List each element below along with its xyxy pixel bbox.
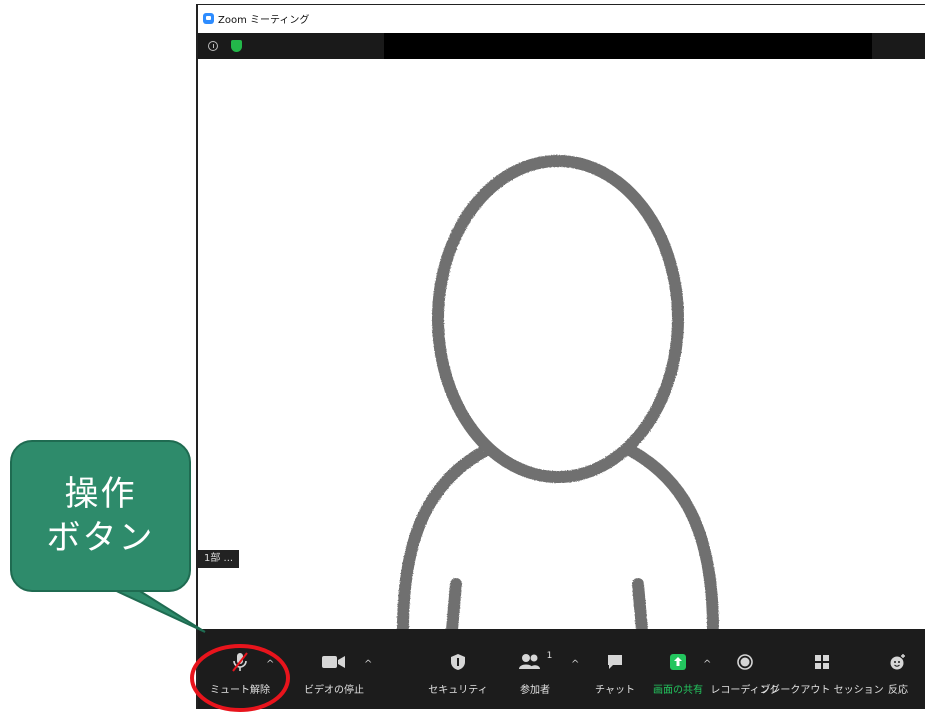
stop-video-label: ビデオの停止 [304,685,364,696]
chat-bubble-icon [606,651,624,673]
participants-label: 参加者 [520,685,550,696]
reactions-button[interactable]: 反応 [876,651,920,701]
audio-options-caret[interactable]: ^ [266,659,274,670]
record-icon [736,651,754,673]
breakout-sessions-button[interactable]: ブレークアウト セッション [760,651,884,701]
callout-line-2: ボタン [46,518,155,558]
stop-video-button[interactable]: ビデオの停止 [294,651,374,701]
unmute-label: ミュート解除 [210,685,270,696]
participant-name-tag: 1部 ... [198,550,240,568]
callout-bubble: 操作 ボタン [10,440,191,592]
share-options-caret[interactable]: ^ [703,659,711,670]
video-options-caret[interactable]: ^ [364,659,372,670]
zoom-app-icon [203,12,214,24]
meeting-top-bar [198,33,925,59]
chat-label: チャット [595,685,635,696]
security-button[interactable]: セキュリティ [428,651,488,701]
encryption-shield-icon[interactable] [231,40,242,52]
breakout-sessions-label: ブレークアウト セッション [760,685,884,696]
participants-button[interactable]: 1 参加者 [505,651,565,701]
title-bar: Zoom ミーティング [198,5,925,31]
participant-avatar [198,59,719,629]
video-camera-icon [321,651,347,673]
redacted-bar [384,33,872,59]
breakout-grid-icon [814,651,830,673]
meeting-toolbar: ミュート解除 ^ ビデオの停止 ^ セキュリティ 1 参加者 ^ チャット 画面… [198,629,925,709]
participants-count: 1 [546,651,553,661]
smiley-plus-icon [889,651,907,673]
share-screen-icon [669,651,687,673]
share-screen-button[interactable]: 画面の共有 [647,651,709,701]
chat-button[interactable]: チャット [585,651,645,701]
security-label: セキュリティ [428,685,488,696]
microphone-muted-icon [229,651,251,673]
reactions-label: 反応 [888,685,908,696]
video-area: 1部 ... [198,59,925,629]
security-shield-icon [450,651,466,673]
participants-icon: 1 [518,651,553,673]
window-title: Zoom ミーティング [218,14,310,26]
participants-options-caret[interactable]: ^ [571,659,579,670]
zoom-window: Zoom ミーティング 1部 ... ミュート解除 ^ ビデオの停止 ^ セキュ… [196,4,925,709]
share-screen-label: 画面の共有 [653,685,703,696]
callout-line-1: 操作 [64,474,137,514]
info-icon[interactable] [208,41,218,51]
